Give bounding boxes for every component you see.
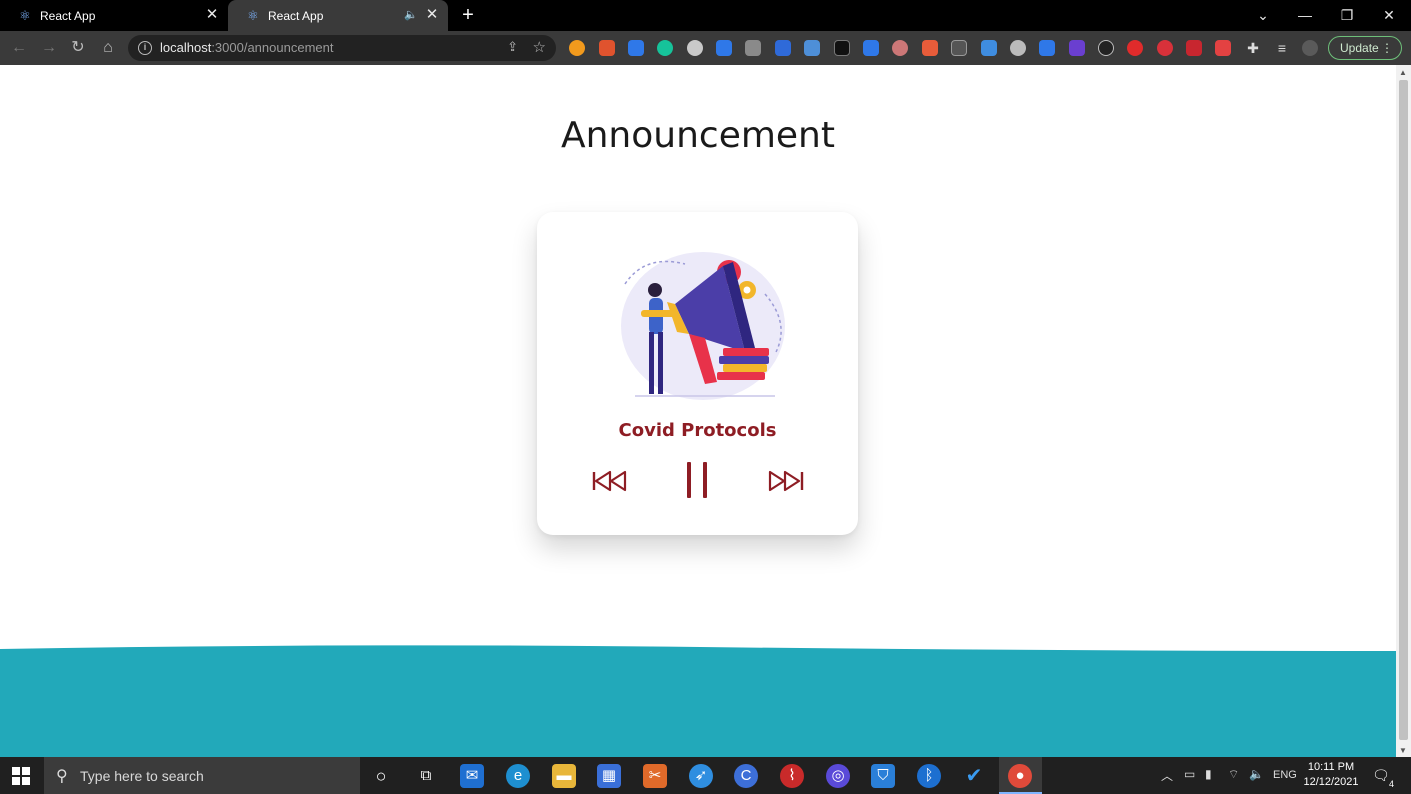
info-icon[interactable]: i [138,41,152,55]
footer-wave [0,645,1396,757]
volume-icon[interactable]: 🔈 [1249,767,1264,781]
extension-icon[interactable] [951,40,967,56]
clock-date: 12/12/2021 [1303,776,1359,788]
scroll-down-arrow-icon[interactable]: ▼ [1399,746,1407,755]
bookmark-star-icon[interactable]: ☆ [533,38,546,56]
bluetooth-icon[interactable]: ᛒ [917,764,941,788]
pause-icon [687,462,707,498]
language-indicator[interactable]: ENG [1273,769,1297,781]
extension-icon[interactable] [599,40,615,56]
puzzle-extension-icon[interactable] [745,40,761,56]
puzzle-extension-icon[interactable] [628,40,644,56]
puzzle-extension-icon[interactable] [716,40,732,56]
reload-icon[interactable]: ↻ [67,37,89,59]
app-icon[interactable]: ➶ [689,764,713,788]
page-title: Announcement [560,115,835,156]
back-arrow-icon[interactable]: ← [8,37,30,59]
pause-button[interactable] [685,460,711,500]
announcement-player-card: Covid Protocols [537,212,858,535]
megaphone-illustration [621,252,785,400]
wifi-icon[interactable]: ⌔ [1228,767,1239,782]
search-icon: ⚲ [56,768,68,785]
react-logo-icon: ⚛ [19,7,31,23]
profile-avatar[interactable] [1302,40,1318,56]
tab-title: React App [40,8,96,23]
share-icon[interactable]: ⇪ [507,39,518,55]
scrollbar-thumb[interactable] [1399,80,1408,740]
show-hidden-icons-chevron-icon[interactable]: ︿ [1161,767,1173,784]
extension-icon[interactable] [1186,40,1202,56]
puzzle-extension-icon[interactable] [1039,40,1055,56]
task-view-icon[interactable]: ⧉ [414,764,438,788]
extension-icon[interactable] [1098,40,1114,56]
update-button[interactable]: Update ⋮ [1328,36,1402,60]
app-icon[interactable]: ◎ [826,764,850,788]
home-icon[interactable]: ⌂ [97,37,119,59]
scroll-up-arrow-icon[interactable]: ▲ [1399,68,1407,77]
chrome-icon[interactable]: ● [1008,764,1032,788]
new-tab-button[interactable]: + [458,4,478,26]
battery-icon[interactable]: ▮ [1205,767,1212,781]
skip-previous-button[interactable] [592,460,628,500]
edge-icon[interactable]: e [506,764,530,788]
tab-title: React App [268,8,324,23]
extensions-puzzle-icon[interactable]: ✚ [1245,40,1261,56]
cortana-icon[interactable]: ○ [369,764,393,788]
app-icon[interactable]: ✂ [643,764,667,788]
tab-search-icon[interactable]: ⌄ [1252,4,1274,26]
extension-icon[interactable] [1069,40,1085,56]
media-control-icon[interactable]: ≡ [1274,40,1290,56]
extension-icon[interactable] [804,40,820,56]
skip-next-button[interactable] [768,460,804,500]
file-explorer-icon[interactable]: ▬ [552,764,576,788]
app-icon[interactable]: C [734,764,758,788]
extension-icon[interactable] [569,40,585,56]
extension-icon[interactable] [981,40,997,56]
vertical-scrollbar[interactable]: ▲ ▼ [1396,65,1411,757]
extension-icon[interactable] [1215,40,1231,56]
notification-icon[interactable]: 🗨 4 [1372,767,1394,789]
skip-next-icon [768,470,804,492]
react-logo-icon: ⚛ [247,7,259,23]
notification-count: 4 [1388,779,1394,789]
grammarly-icon[interactable] [657,40,673,56]
extension-icon[interactable] [834,40,850,56]
close-icon[interactable]: ✕ [204,7,220,23]
search-placeholder: Type here to search [80,768,204,784]
minimize-button[interactable]: — [1294,4,1316,26]
extension-icon[interactable] [892,40,908,56]
speaker-icon[interactable]: 🔈 [404,8,418,21]
restore-button[interactable]: ❐ [1336,4,1358,26]
adblock-icon[interactable] [1157,40,1173,56]
track-title: Covid Protocols [618,420,777,441]
url-text[interactable]: localhost:3000/announcement [160,40,333,55]
extension-icon[interactable] [922,40,938,56]
app-icon[interactable]: ⛉ [871,764,895,788]
address-bar[interactable]: i localhost:3000/announcement ⇪ ☆ [128,35,556,61]
windows-start-icon[interactable] [12,767,30,785]
close-icon[interactable]: ✕ [424,7,440,23]
taskbar-search[interactable]: ⚲ Type here to search [44,757,360,794]
tab-react-app-1[interactable]: ⚛ React App ✕ [0,0,228,31]
device-icon[interactable]: ▭ [1184,767,1195,781]
browser-tab-strip: ⚛ React App ✕ ⚛ React App 🔈 ✕ + ⌄ — ❐ ✕ [0,0,1411,31]
page-content: Announcement Covid Protocols [0,65,1396,757]
extension-icon[interactable] [1010,40,1026,56]
mail-icon[interactable]: ✉ [460,764,484,788]
zip-extension-icon[interactable] [775,40,791,56]
forward-arrow-icon[interactable]: → [38,37,60,59]
skip-previous-icon [592,470,627,492]
clock-time: 10:11 PM [1307,761,1355,773]
todo-check-icon[interactable]: ✔ [962,764,986,788]
extension-icon[interactable] [1127,40,1143,56]
extension-icon[interactable] [687,40,703,56]
browser-toolbar: ← → ↻ ⌂ i localhost:3000/announcement ⇪ … [0,31,1411,65]
windows-taskbar: ⚲ Type here to search ○ ⧉ ✉ e ▬ ▦ ✂ ➶ C … [0,757,1411,794]
puzzle-extension-icon[interactable] [863,40,879,56]
app-icon[interactable]: ⌇ [780,764,804,788]
clock[interactable]: 10:11 PM 12/12/2021 [1298,760,1364,790]
microsoft-store-icon[interactable]: ▦ [597,764,621,788]
window-close-button[interactable]: ✕ [1378,4,1400,26]
tab-react-app-2-active[interactable]: ⚛ React App 🔈 ✕ [228,0,448,31]
